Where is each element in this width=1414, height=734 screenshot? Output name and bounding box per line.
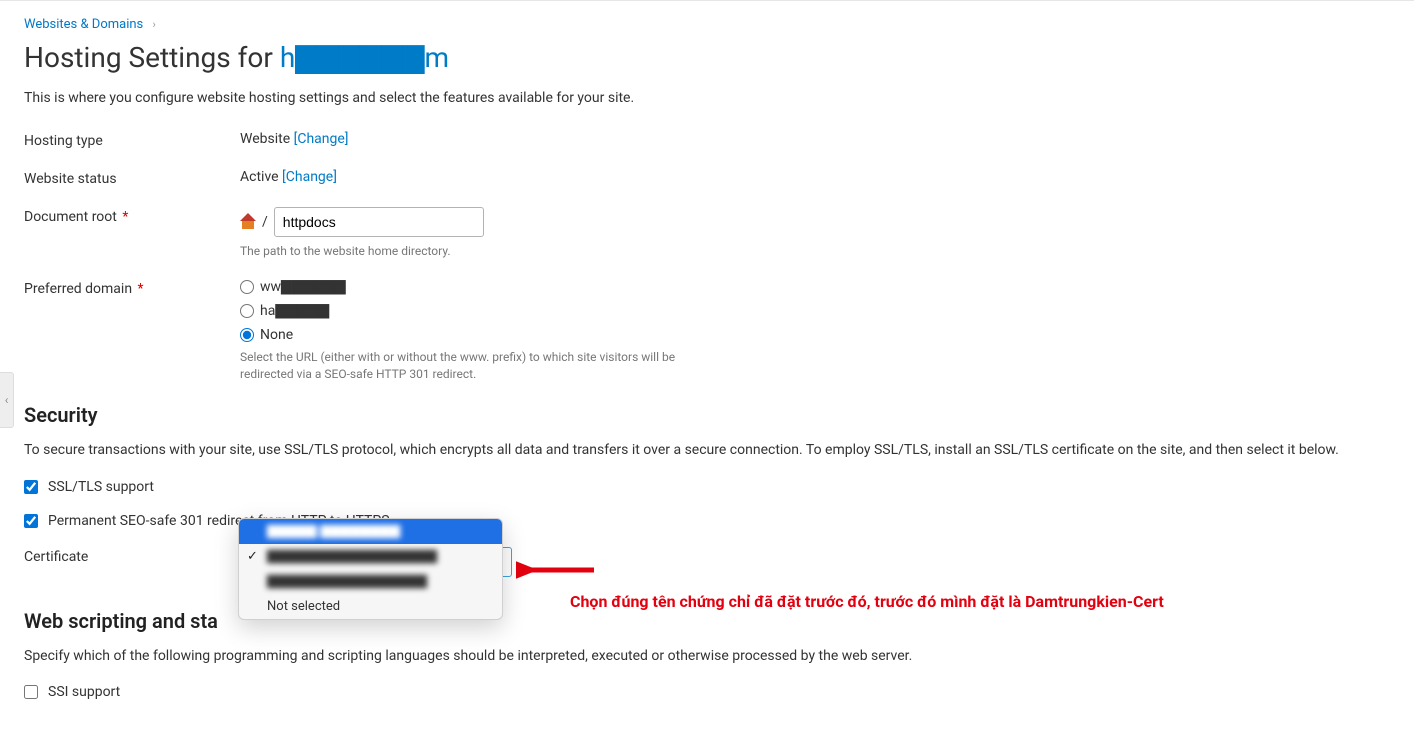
home-icon (240, 215, 256, 229)
preferred-domain-radio-www[interactable]: ww▇▇▇▇▇▇ (240, 279, 1390, 295)
certificate-option[interactable]: ▇▇▇▇▇ ▇▇▇▇▇▇▇▇ (239, 519, 502, 544)
page-title-domain[interactable]: h▇▇▇▇▇▇m (280, 41, 449, 74)
certificate-option[interactable]: Not selected (239, 594, 502, 619)
ssl-support-checkbox[interactable]: SSL/TLS support (24, 479, 1390, 495)
document-root-input[interactable] (274, 207, 484, 237)
preferred-domain-radio-nowww[interactable]: ha▇▇▇▇▇ (240, 303, 1390, 319)
scripting-heading: Web scripting and sta (24, 609, 1390, 633)
breadcrumb-link-websites-domains[interactable]: Websites & Domains (24, 17, 143, 32)
side-collapse-tab[interactable]: ‹ (0, 372, 14, 428)
certificate-option[interactable]: ✓ ▇▇▇▇▇▇▇▇▇▇▇▇▇▇▇▇▇ (239, 544, 502, 569)
page-title: Hosting Settings for h▇▇▇▇▇▇m (24, 40, 1390, 75)
scripting-desc: Specify which of the following programmi… (24, 647, 1390, 667)
hosting-type-change-link[interactable]: [Change] (294, 131, 349, 147)
certificate-label: Certificate (24, 547, 240, 565)
hosting-type-value: Website (240, 131, 290, 147)
ssi-support-checkbox[interactable]: SSI support (24, 684, 1390, 700)
website-status-value: Active (240, 169, 279, 185)
document-root-slash: / (262, 214, 268, 230)
hosting-type-label: Hosting type (24, 131, 240, 149)
security-heading: Security (24, 403, 1390, 427)
breadcrumb: Websites & Domains › (24, 17, 1390, 32)
redirect-301-checkbox[interactable]: Permanent SEO-safe 301 redirect from HTT… (24, 513, 1390, 529)
preferred-domain-hint: Select the URL (either with or without t… (240, 349, 710, 383)
chevron-right-icon: › (153, 18, 156, 31)
certificate-option[interactable]: ▇▇▇▇▇▇▇▇▇▇▇▇▇▇▇▇ (239, 569, 502, 594)
preferred-domain-label: Preferred domain * (24, 279, 240, 297)
website-status-label: Website status (24, 169, 240, 187)
security-desc: To secure transactions with your site, u… (24, 441, 1390, 461)
annotation-text: Chọn đúng tên chứng chỉ đã đặt trước đó,… (570, 592, 1164, 611)
website-status-change-link[interactable]: [Change] (282, 169, 337, 185)
certificate-dropdown: ▇▇▇▇▇ ▇▇▇▇▇▇▇▇ ✓ ▇▇▇▇▇▇▇▇▇▇▇▇▇▇▇▇▇ ▇▇▇▇▇… (238, 518, 503, 620)
preferred-domain-radio-none[interactable]: None (240, 327, 1390, 343)
page-description: This is where you configure website host… (24, 89, 1390, 109)
chevron-left-icon: ‹ (5, 393, 9, 407)
document-root-hint: The path to the website home directory. (240, 243, 710, 260)
document-root-label: Document root * (24, 207, 240, 225)
check-icon: ✓ (247, 549, 258, 564)
